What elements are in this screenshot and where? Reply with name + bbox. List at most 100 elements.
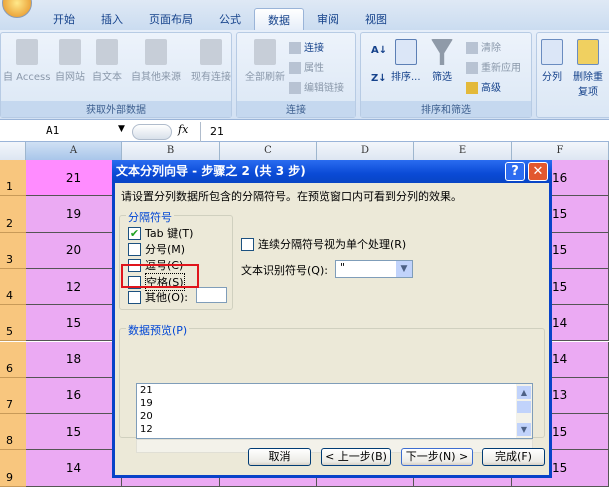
link-icon — [289, 82, 301, 94]
edit-links-button[interactable]: 编辑链接 — [289, 79, 344, 94]
row-header[interactable]: 6 — [0, 341, 26, 378]
formula-bar-resize-handle[interactable] — [132, 124, 172, 140]
help-button[interactable]: ? — [505, 162, 525, 181]
vertical-scrollbar[interactable]: ▲ ▼ — [516, 384, 532, 438]
from-text-button[interactable]: 自文本 — [92, 39, 122, 83]
office-button[interactable] — [2, 0, 32, 18]
web-icon — [59, 39, 81, 65]
semicolon-checkbox[interactable]: 分号(M) — [128, 241, 185, 257]
preview-area[interactable]: 21 19 20 12 ▲ ▼ — [136, 383, 533, 439]
properties-button[interactable]: 属性 — [289, 59, 324, 74]
checkbox-box — [241, 237, 254, 251]
tab-insert[interactable]: 插入 — [88, 8, 136, 30]
from-web-button[interactable]: 自网站 — [55, 39, 85, 83]
column-header-b[interactable]: B — [122, 142, 220, 160]
text-to-columns-dialog: 文本分列向导 - 步骤之 2 (共 3 步) ? ✕ 请设置分列数据所包含的分隔… — [112, 160, 552, 478]
scroll-up-icon[interactable]: ▲ — [517, 386, 531, 399]
group-connections: 全部刷新 连接 属性 编辑链接 连接 — [236, 32, 356, 118]
ribbon-tabs: 开始 插入 页面布局 公式 数据 审阅 视图 — [40, 8, 400, 30]
label: 高级 — [481, 83, 501, 94]
finish-button[interactable]: 完成(F) — [482, 448, 545, 466]
column-header-f[interactable]: F — [512, 142, 609, 160]
connection-icon — [289, 42, 301, 54]
qualifier-label: 文本识别符号(Q): — [241, 264, 328, 277]
row-header[interactable]: 7 — [0, 377, 26, 415]
from-access-button[interactable]: 自 Access — [3, 39, 50, 83]
cell[interactable]: 16 — [26, 377, 122, 415]
label: 连接 — [304, 43, 324, 54]
next-button[interactable]: 下一步(N) > — [401, 448, 473, 466]
cell[interactable]: 19 — [26, 196, 122, 233]
row-header[interactable]: 2 — [0, 196, 26, 233]
label: 筛选 — [432, 72, 452, 83]
other-source-icon — [145, 39, 167, 65]
tab-formulas[interactable]: 公式 — [206, 8, 254, 30]
sort-asc-icon[interactable]: A↓ — [371, 45, 387, 56]
select-all-corner[interactable] — [0, 142, 26, 160]
consecutive-checkbox[interactable]: 连续分隔符号视为单个处理(R) — [241, 236, 406, 252]
reapply-button[interactable]: 重新应用 — [466, 59, 521, 74]
tab-home[interactable]: 开始 — [40, 8, 88, 30]
filter-button[interactable]: 筛选 — [431, 39, 453, 83]
row-header[interactable]: 3 — [0, 232, 26, 269]
tab-view[interactable]: 视图 — [352, 8, 400, 30]
text-to-columns-button[interactable]: 分列 — [541, 39, 563, 83]
formula-input[interactable]: 21 — [210, 125, 224, 138]
close-button[interactable]: ✕ — [528, 162, 548, 181]
cell[interactable]: 15 — [26, 305, 122, 342]
connections-button[interactable]: 连接 — [289, 39, 324, 54]
qualifier-select[interactable]: " ▼ — [335, 260, 413, 278]
group-label: 获取外部数据 — [1, 101, 231, 117]
dialog-description: 请设置分列数据所包含的分隔符号。在预览窗口内可看到分列的效果。 — [121, 190, 462, 203]
preview-label: 数据预览(P) — [126, 322, 190, 338]
cancel-button[interactable]: 取消 — [248, 448, 311, 466]
existing-connections-button[interactable]: 现有连接 — [191, 39, 231, 83]
refresh-all-button[interactable]: 全部刷新 — [245, 39, 285, 83]
name-box[interactable]: A1 — [0, 124, 130, 140]
label: 清除 — [481, 43, 501, 54]
row-header[interactable]: 5 — [0, 305, 26, 342]
row-header[interactable]: 4 — [0, 268, 26, 306]
label: 分号(M) — [145, 243, 186, 256]
clear-button[interactable]: 清除 — [466, 39, 501, 54]
from-other-button[interactable]: 自其他来源 — [131, 39, 181, 83]
row-header[interactable]: 1 — [0, 160, 26, 197]
cell[interactable]: 21 — [26, 160, 122, 197]
tab-page-layout[interactable]: 页面布局 — [136, 8, 206, 30]
checkbox-box — [128, 242, 141, 256]
qualifier-value: " — [340, 261, 346, 274]
row-header[interactable]: 8 — [0, 414, 26, 451]
refresh-icon — [254, 39, 276, 65]
scroll-down-icon[interactable]: ▼ — [517, 423, 531, 436]
tab-review[interactable]: 审阅 — [304, 8, 352, 30]
other-checkbox[interactable]: 其他(O): — [128, 289, 188, 305]
sort-desc-icon[interactable]: Z↓ — [371, 73, 387, 84]
column-header-e[interactable]: E — [414, 142, 512, 160]
tab-data[interactable]: 数据 — [254, 8, 304, 30]
column-header-d[interactable]: D — [317, 142, 414, 160]
delimiters-label: 分隔符号 — [126, 209, 174, 225]
cell[interactable]: 12 — [26, 268, 122, 306]
name-box-dropdown-icon[interactable]: ▼ — [118, 124, 125, 134]
group-label: 连接 — [237, 101, 355, 117]
fx-icon[interactable]: fx — [178, 123, 188, 136]
chevron-down-icon[interactable]: ▼ — [396, 261, 412, 277]
cell[interactable]: 15 — [26, 414, 122, 451]
checkmark-icon: ✔ — [128, 226, 141, 240]
advanced-button[interactable]: 高级 — [466, 79, 501, 94]
connections-icon — [200, 39, 222, 65]
cell[interactable]: 18 — [26, 341, 122, 378]
group-label: 排序和筛选 — [361, 101, 531, 117]
column-header-c[interactable]: C — [220, 142, 317, 160]
back-button[interactable]: < 上一步(B) — [321, 448, 391, 466]
sort-button[interactable]: 排序... — [391, 39, 421, 83]
scroll-thumb[interactable] — [517, 401, 531, 413]
row-header[interactable]: 9 — [0, 450, 26, 487]
reapply-icon — [466, 62, 478, 74]
cell[interactable]: 20 — [26, 232, 122, 269]
tab-checkbox[interactable]: ✔ Tab 键(T) — [128, 225, 193, 241]
other-delimiter-input[interactable] — [196, 287, 227, 303]
remove-duplicates-button[interactable]: 删除重复项 — [573, 39, 603, 98]
column-header-a[interactable]: A — [26, 142, 122, 160]
cell[interactable]: 14 — [26, 450, 122, 487]
